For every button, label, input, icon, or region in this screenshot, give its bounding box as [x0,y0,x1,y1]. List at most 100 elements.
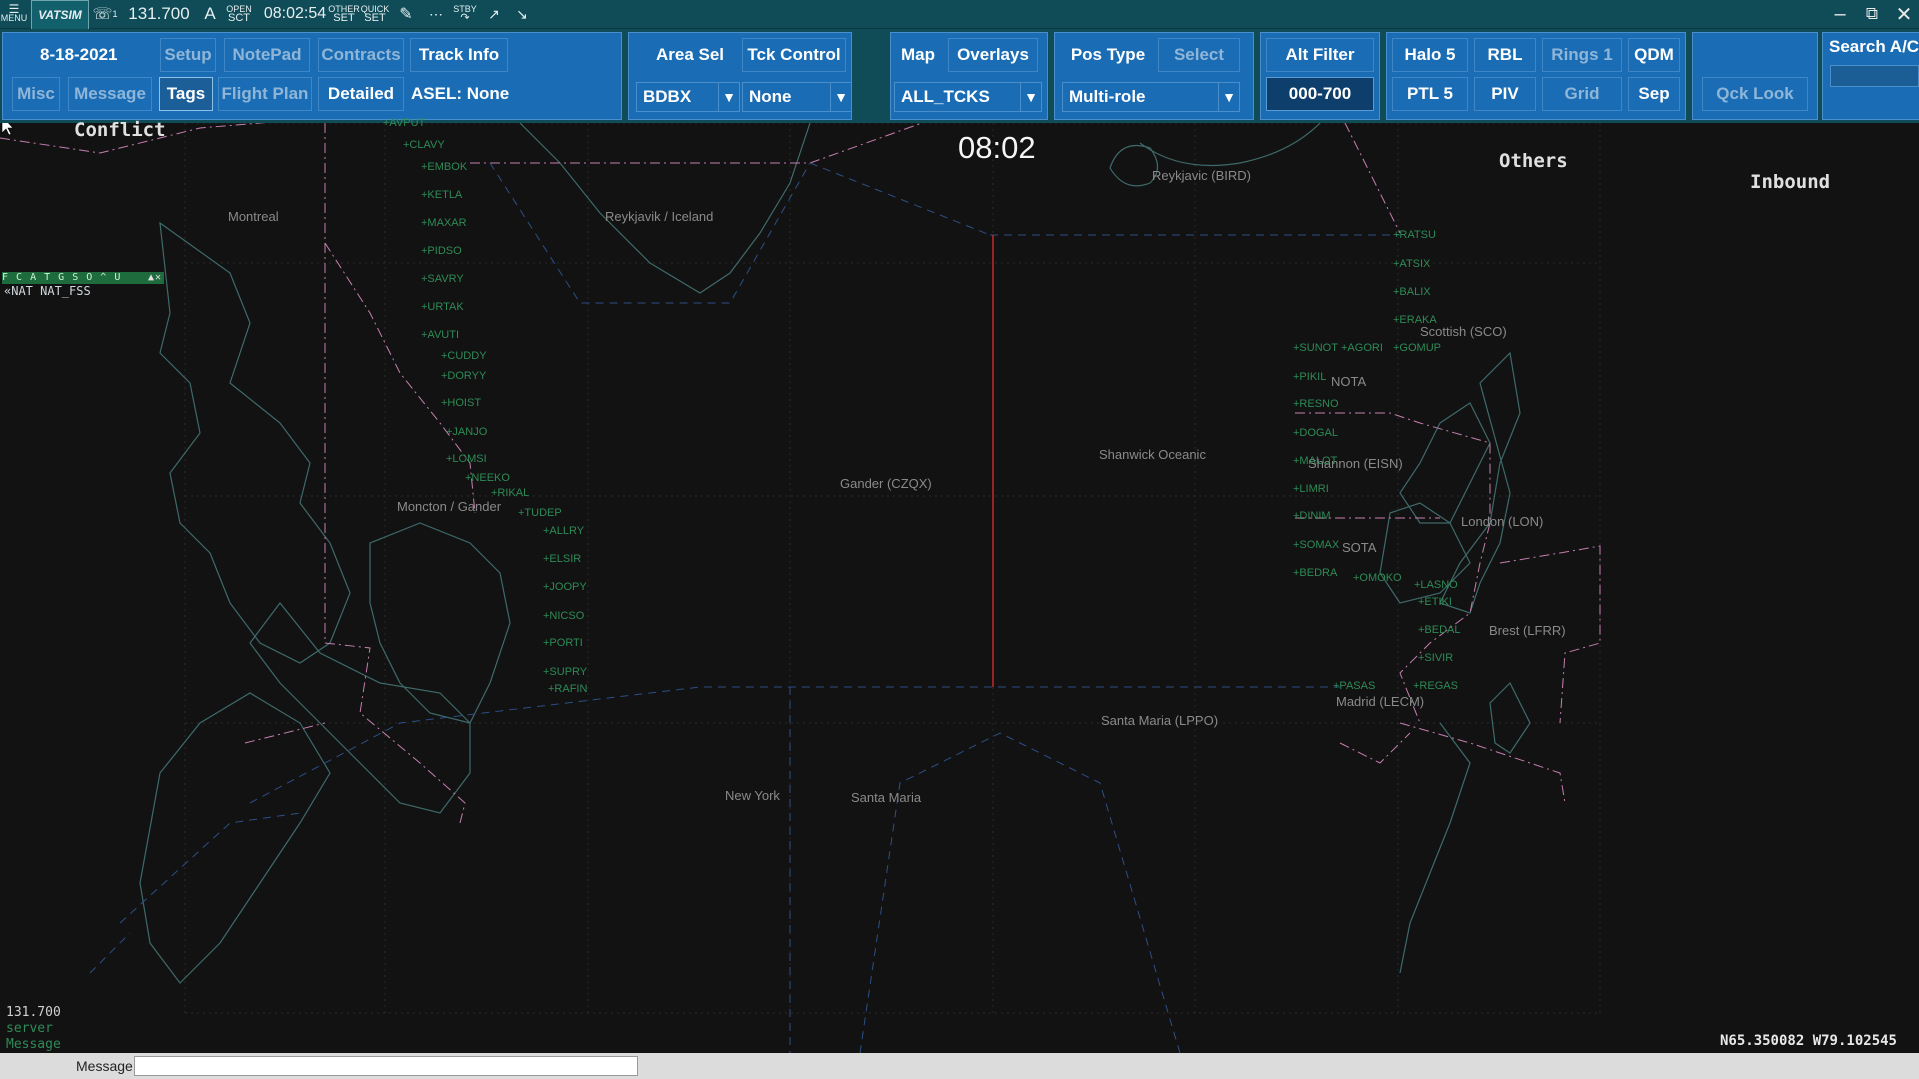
setup-button[interactable]: Setup [160,38,216,72]
halo-button[interactable]: Halo 5 [1392,38,1468,72]
waypoint: +SAVRY [421,273,464,285]
message-button[interactable]: Message [68,77,152,111]
sep-button[interactable]: Sep [1628,77,1680,111]
server-line: server [6,1021,53,1036]
collapse-icon[interactable]: ▲✕ [148,272,162,283]
fir-label: Gander (CZQX) [840,476,932,491]
waypoint: +PIDSO [421,245,462,257]
menu-button[interactable]: ☰ MENU [0,0,28,28]
system-time: 08:02:54 [263,5,327,22]
status-bar: ☰ MENU VATSIM ☏ 1 131.700 A OPEN SCT 08:0… [0,0,1919,30]
waypoint: +ELSIR [543,553,582,565]
detailed-button[interactable]: Detailed [318,77,404,111]
pos-type-button[interactable]: Pos Type [1062,38,1154,72]
waypoint: +AVPUT [383,117,426,129]
alt-filter-range[interactable]: 000-700 [1266,77,1374,111]
fir-label: Scottish (SCO) [1420,324,1507,339]
tck-control-button[interactable]: Tck Control [742,38,846,72]
waypoint: +LASNO [1414,579,1458,591]
fir-label: Shanwick Oceanic [1099,447,1206,462]
fir-label: SOTA [1342,540,1377,555]
waypoint: +GOMUP [1393,342,1441,354]
piv-button[interactable]: PIV [1474,77,1536,111]
fir-label: Reykjavik / Iceland [605,209,714,224]
quick-look-button[interactable]: Qck Look [1702,77,1808,111]
chevron-down-icon[interactable]: ▼ [718,83,739,111]
standby-button[interactable]: STBY ↷ [451,0,479,28]
waypoint: +DINIM [1293,510,1331,522]
route-icon[interactable]: ↗ [482,0,506,28]
area-select[interactable]: BDBX ▼ [636,82,740,112]
waypoint: +RIKAL [491,487,530,499]
waypoint: +ATSIX [1393,258,1431,270]
radar-scope[interactable]: Conflict 08:02 Others Inbound Montreal R… [0,117,1919,1053]
list-item[interactable]: «NAT NAT_FSS [2,284,164,298]
chevron-down-icon[interactable]: ▼ [830,83,851,111]
chevron-down-icon[interactable]: ▼ [1020,83,1041,111]
chevron-down-icon[interactable]: ▼ [1218,83,1239,111]
conflict-list-title[interactable]: Conflict [74,119,166,141]
waypoint: +PORTI [543,637,583,649]
misc-button[interactable]: Misc [12,77,60,111]
track-info-button[interactable]: Track Info [410,38,508,72]
select-button[interactable]: Select [1158,38,1240,72]
fir-label: Brest (LFRR) [1489,623,1566,638]
inbound-list-title[interactable]: Inbound [1750,171,1830,193]
waypoint: +JOOPY [543,581,587,593]
primary-frequency[interactable]: 131.700 [126,0,192,28]
waypoint: +CUDDY [441,350,487,362]
flight-plan-button[interactable]: Flight Plan [218,77,312,111]
current-date: 8-18-2021 [40,45,118,64]
ptl-button[interactable]: PTL 5 [1392,77,1468,111]
message-input[interactable] [134,1056,638,1076]
waypoint: +SUNOT [1293,342,1338,354]
minimize-icon[interactable]: – [1828,2,1852,26]
open-sector-button[interactable]: OPEN SCT [225,0,253,28]
waypoint: +LIMRI [1293,483,1329,495]
pen-icon[interactable]: ✎ [394,0,418,28]
sector-list-widget[interactable]: F C A T G S O ^ U ▲✕ «NAT NAT_FSS [2,272,164,298]
headset-icon[interactable]: ☏ 1 [92,0,118,28]
rbl-button[interactable]: RBL [1474,38,1536,72]
measure-icon[interactable]: ↘ [510,0,534,28]
position-type-select[interactable]: Multi-role ▼ [1062,82,1240,112]
sector-list-header[interactable]: F C A T G S O ^ U ▲✕ [2,272,164,284]
alt-filter-button[interactable]: Alt Filter [1266,38,1374,72]
atis-letter[interactable]: A [202,0,218,28]
other-set-button[interactable]: OTHER SET [328,0,360,28]
frequency-readout: 131.700 [6,1005,61,1020]
waypoint: +RATSU [1393,229,1436,241]
waypoint: +REGAS [1413,680,1458,692]
mouse-cursor [1,123,14,136]
rings-button[interactable]: Rings 1 [1542,38,1622,72]
area-sel-button[interactable]: Area Sel [644,38,736,72]
message-bar: Message [0,1053,1919,1079]
waypoint: +SIVIR [1418,652,1454,664]
waypoint: +DOGAL [1293,427,1338,439]
waypoint: +RAFIN [548,683,588,695]
tags-button[interactable]: Tags [159,77,213,111]
others-list-title[interactable]: Others [1499,150,1568,172]
map-select[interactable]: ALL_TCKS ▼ [894,82,1042,112]
waypoint: +DORYY [441,370,487,382]
waypoint: +PIKIL [1293,371,1327,383]
notepad-button[interactable]: NotePad [224,38,310,72]
waypoint: +BEDRA [1293,567,1338,579]
waypoint: +CLAVY [403,139,445,151]
restore-icon[interactable]: ⧉ [1860,2,1884,26]
grid-button[interactable]: Grid [1542,77,1622,111]
map-button[interactable]: Map [892,38,944,72]
tck-select[interactable]: None ▼ [742,82,852,112]
vatsim-logo: VATSIM [31,0,89,30]
waypoint: +HOIST [441,397,482,409]
search-input[interactable] [1830,65,1919,87]
contracts-button[interactable]: Contracts [318,38,404,72]
quick-set-button[interactable]: QUICK SET [361,0,390,28]
waypoint: +RESNO [1293,398,1339,410]
close-icon[interactable]: ✕ [1892,2,1916,26]
overlays-button[interactable]: Overlays [948,38,1038,72]
waypoint: +ETIKI [1418,596,1452,608]
dotted-line-icon[interactable]: ⋯ [424,0,448,28]
fir-label: London (LON) [1461,514,1544,529]
qdm-button[interactable]: QDM [1628,38,1680,72]
